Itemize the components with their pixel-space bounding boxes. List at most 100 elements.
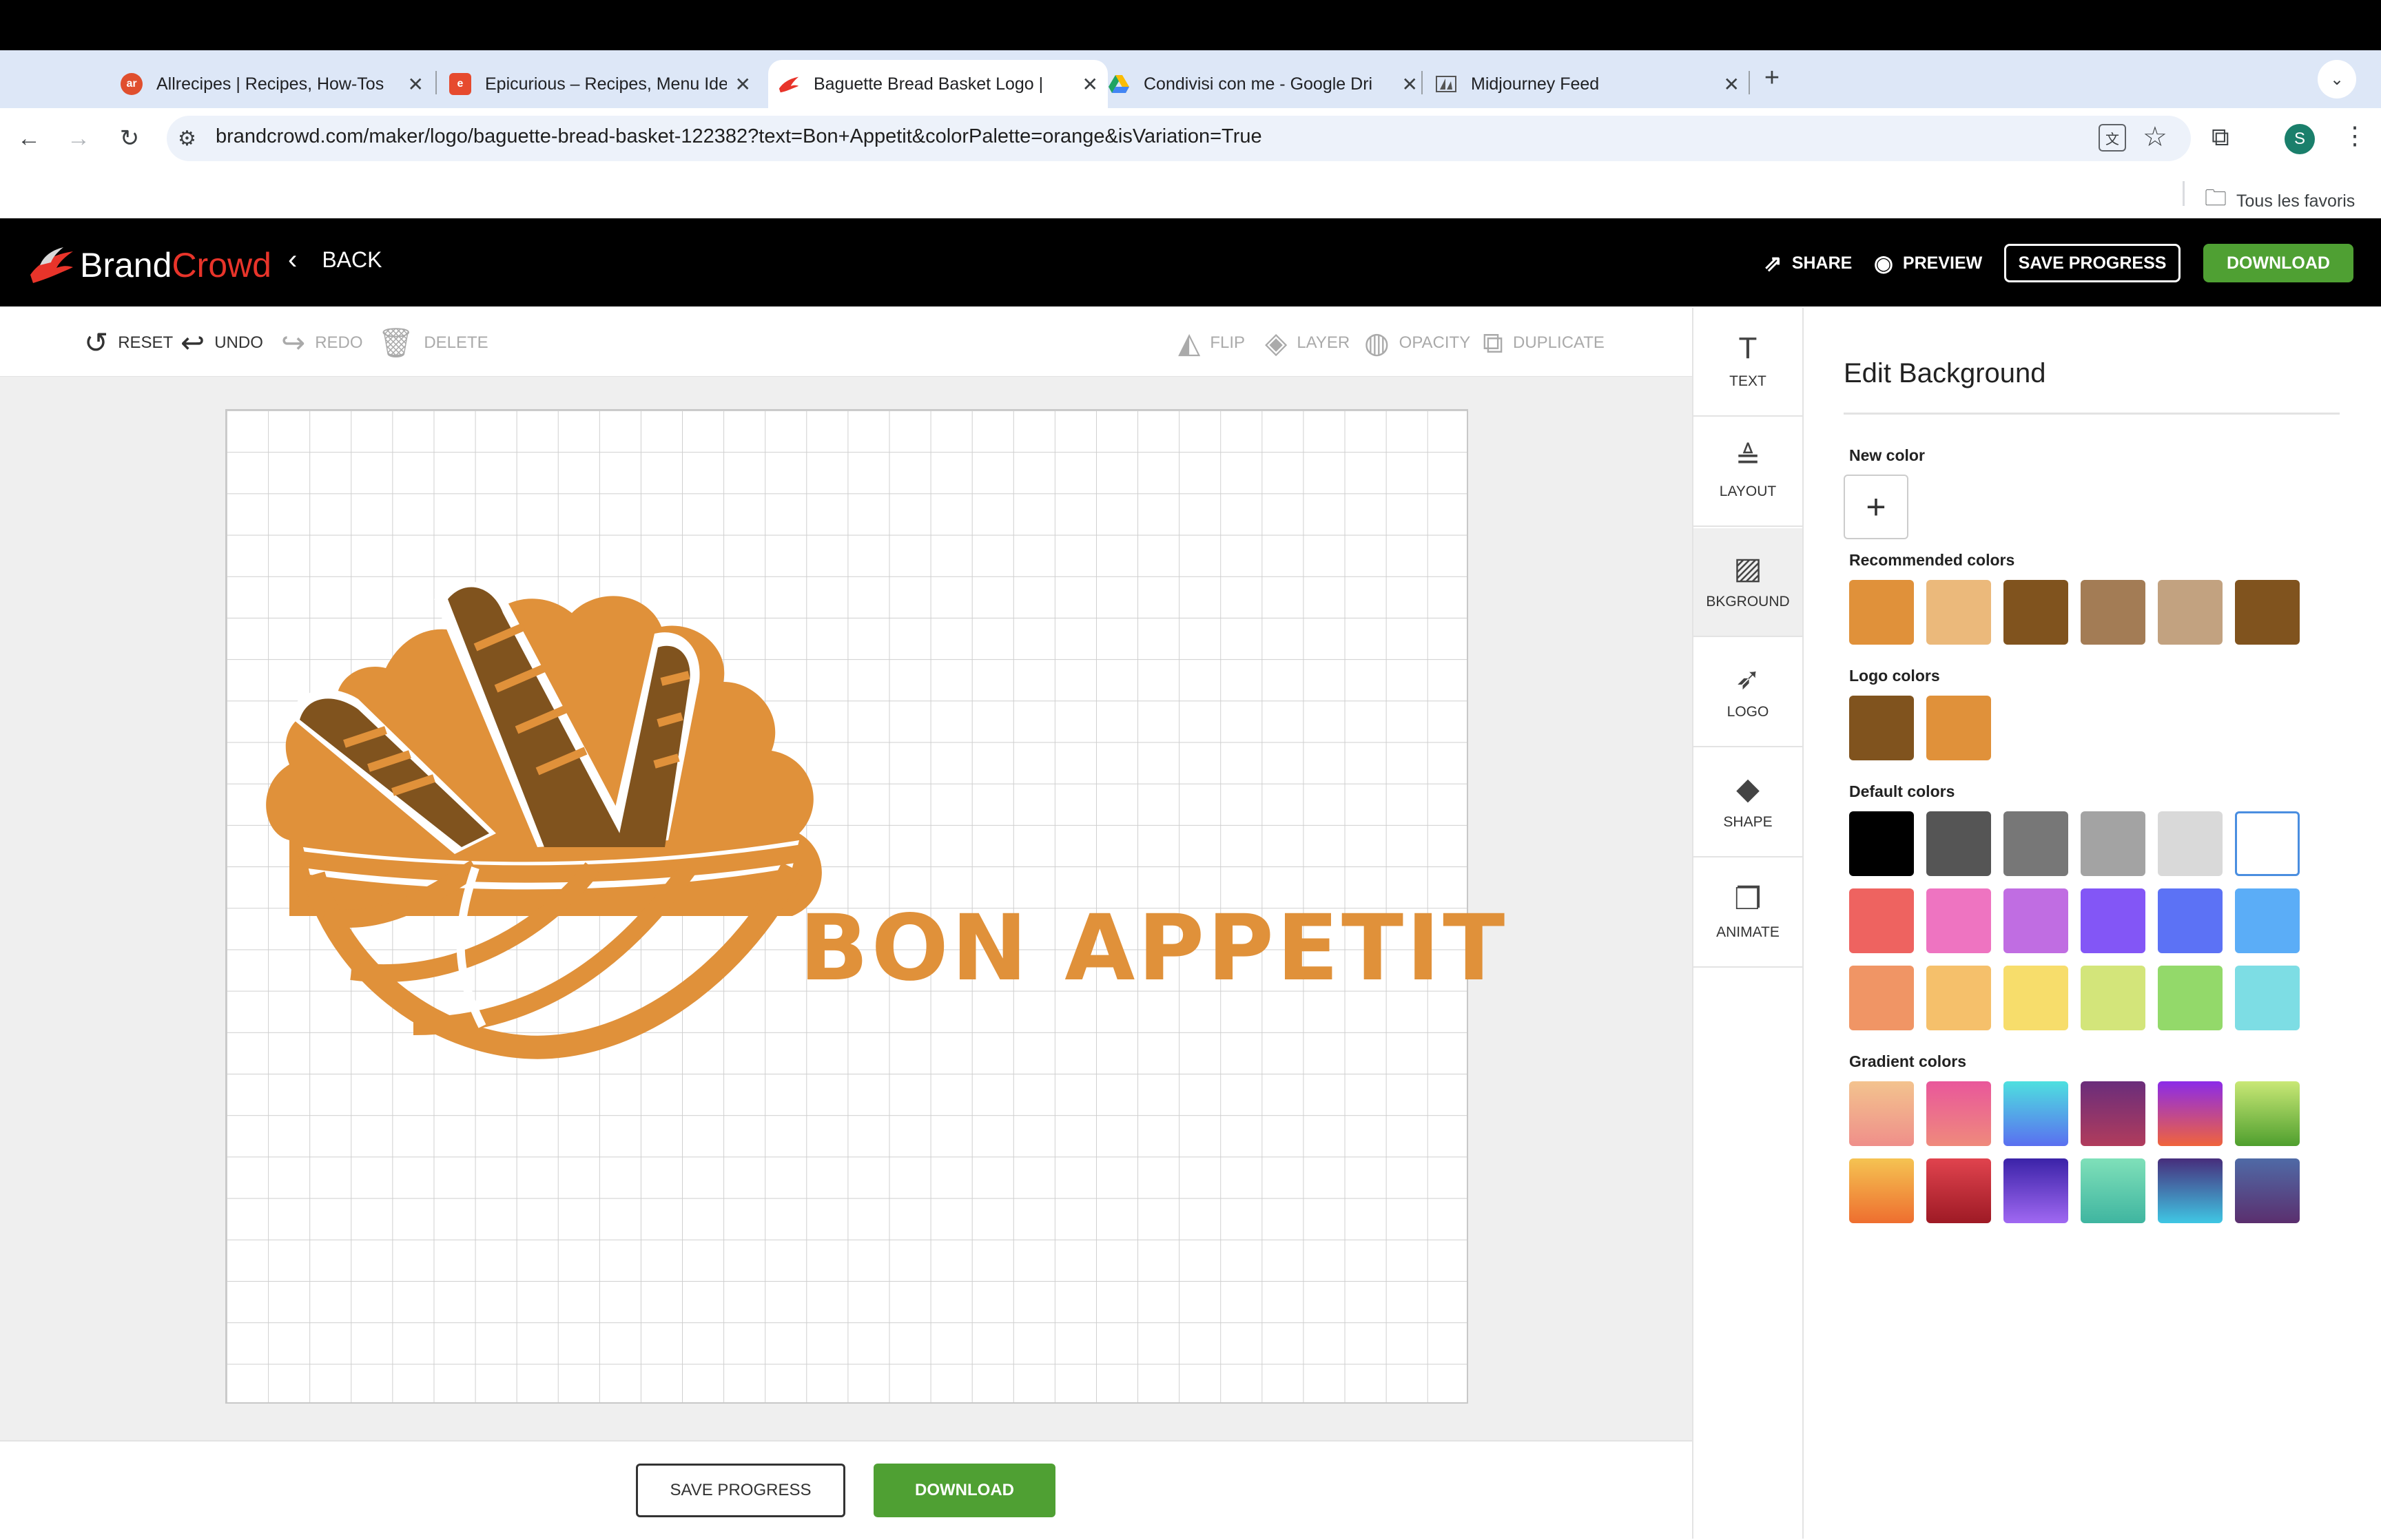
gradient-color-swatch[interactable]	[2081, 1081, 2145, 1146]
logo-color-swatch[interactable]	[1849, 696, 1914, 760]
undo-button[interactable]: ↩ UNDO	[181, 329, 263, 357]
recommended-color-swatch[interactable]	[1849, 580, 1914, 645]
gradient-color-swatch[interactable]	[2158, 1081, 2223, 1146]
translate-icon[interactable]: 文	[2099, 124, 2126, 152]
default-color-swatch[interactable]	[2081, 811, 2145, 876]
all-bookmarks-label: Tous les favoris	[2236, 191, 2356, 211]
gradient-color-swatch[interactable]	[1849, 1081, 1914, 1146]
redo-button[interactable]: ↪ REDO	[281, 329, 363, 357]
share-button[interactable]: ⇗ SHARE	[1764, 250, 1852, 276]
profile-avatar[interactable]: S	[2285, 124, 2315, 154]
reload-button[interactable]: ↻	[113, 122, 146, 155]
default-color-swatch[interactable]	[1926, 888, 1991, 953]
default-color-swatch[interactable]	[2158, 966, 2223, 1030]
all-bookmarks-folder[interactable]: 🗀 Tous les favoris	[2205, 183, 2355, 220]
new-tab-button[interactable]: +	[1757, 63, 1787, 93]
tool-logo[interactable]: ➶ LOGO	[1693, 638, 1802, 747]
forward-nav-button[interactable]: →	[62, 122, 95, 155]
tool-background[interactable]: ▨ BKGROUND	[1693, 528, 1802, 637]
back-button[interactable]: ‹ BACK	[288, 244, 382, 275]
gradient-color-swatch[interactable]	[2003, 1081, 2068, 1146]
app-header: Brand Crowd ‹ BACK ⇗ SHARE ◉ PREVIEW SAVE…	[0, 218, 2381, 306]
browser-tab-google-drive[interactable]: Condivisi con me - Google Dri ✕	[1108, 60, 1418, 108]
brand-name-part2: Crowd	[172, 246, 271, 284]
browser-tab-allrecipes[interactable]: ar Allrecipes | Recipes, How-Tos ✕	[121, 60, 424, 108]
default-color-swatch[interactable]	[1849, 888, 1914, 953]
gradient-color-swatch[interactable]	[2081, 1158, 2145, 1223]
tool-layout[interactable]: ≜ LAYOUT	[1693, 418, 1802, 527]
gradient-color-swatch[interactable]	[2235, 1081, 2300, 1146]
animate-icon: ❐	[1734, 882, 1762, 916]
default-color-swatch[interactable]	[2158, 811, 2223, 876]
tool-shape[interactable]: ◆ SHAPE	[1693, 749, 1802, 857]
default-color-swatch[interactable]	[2235, 966, 2300, 1030]
recommended-color-swatch[interactable]	[2003, 580, 2068, 645]
tab-separator	[435, 71, 437, 94]
delete-button[interactable]: 🗑 DELETE	[378, 329, 488, 357]
site-settings-icon[interactable]: ⚙	[178, 127, 196, 151]
gradient-color-swatch[interactable]	[1926, 1081, 1991, 1146]
gradient-color-swatch[interactable]	[1849, 1158, 1914, 1223]
browser-tab-midjourney[interactable]: Midjourney Feed ✕	[1435, 60, 1740, 108]
gradient-color-swatch[interactable]	[1926, 1158, 1991, 1223]
back-nav-button[interactable]: ←	[12, 122, 45, 155]
default-color-swatch[interactable]	[2003, 811, 2068, 876]
chevron-left-icon: ‹	[288, 244, 298, 275]
close-tab-icon[interactable]: ✕	[1082, 73, 1098, 96]
arrow-right-icon: →	[67, 125, 90, 152]
recommended-color-swatch[interactable]	[1926, 580, 1991, 645]
close-tab-icon[interactable]: ✕	[735, 73, 751, 96]
gradient-color-swatch[interactable]	[2235, 1158, 2300, 1223]
recommended-color-swatch[interactable]	[2235, 580, 2300, 645]
default-color-swatch[interactable]	[2003, 966, 2068, 1030]
bookmark-star-icon[interactable]: ☆	[2143, 121, 2167, 153]
tool-text[interactable]: T TEXT	[1693, 308, 1802, 417]
browser-tab-brandcrowd[interactable]: Baguette Bread Basket Logo | ✕	[768, 60, 1108, 108]
extensions-puzzle-icon[interactable]: ⧉	[2212, 123, 2229, 152]
default-color-swatch[interactable]	[1926, 966, 1991, 1030]
bread-basket-logo-icon[interactable]	[248, 544, 868, 1061]
default-color-swatch[interactable]	[2081, 888, 2145, 953]
browser-menu-icon[interactable]: ⋮	[2342, 121, 2367, 150]
close-tab-icon[interactable]: ✕	[1402, 73, 1418, 96]
logo-color-swatch[interactable]	[1926, 696, 1991, 760]
recommended-color-swatch[interactable]	[2081, 580, 2145, 645]
default-color-swatch[interactable]	[2235, 888, 2300, 953]
close-tab-icon[interactable]: ✕	[408, 73, 424, 96]
tool-label: BKGROUND	[1706, 594, 1790, 610]
duplicate-button[interactable]: ⧉ DUPLICATE	[1483, 329, 1605, 357]
default-color-swatch[interactable]	[1849, 811, 1914, 876]
layer-button[interactable]: ◈ LAYER	[1265, 329, 1350, 357]
layer-label: LAYER	[1297, 333, 1350, 352]
brandcrowd-logo[interactable]: Brand Crowd	[28, 244, 271, 286]
header-save-progress-button[interactable]: SAVE PROGRESS	[2004, 244, 2181, 282]
duplicate-icon: ⧉	[1483, 326, 1503, 359]
reset-button[interactable]: ↺ RESET	[84, 329, 173, 357]
tab-search-button[interactable]: ⌄	[2318, 60, 2356, 98]
arrow-left-icon: ←	[17, 125, 41, 152]
close-tab-icon[interactable]: ✕	[1724, 73, 1740, 96]
bottom-download-button[interactable]: DOWNLOAD	[874, 1464, 1055, 1517]
gradient-color-swatch[interactable]	[2158, 1158, 2223, 1223]
url-text[interactable]: brandcrowd.com/maker/logo/baguette-bread…	[216, 125, 1262, 148]
default-color-swatch[interactable]	[2003, 888, 2068, 953]
logo-text[interactable]: BON APPETIT	[799, 895, 1507, 1001]
default-color-swatch[interactable]	[2235, 811, 2300, 876]
preview-button[interactable]: ◉ PREVIEW	[1874, 250, 1982, 276]
bottom-save-progress-button[interactable]: SAVE PROGRESS	[636, 1464, 845, 1517]
browser-tab-epicurious[interactable]: e Epicurious – Recipes, Menu Ide ✕	[449, 60, 751, 108]
tab-separator	[1749, 71, 1750, 94]
flip-button[interactable]: ◭ FLIP	[1178, 329, 1245, 357]
add-color-button[interactable]: +	[1844, 475, 1908, 539]
window-top-strip	[0, 0, 2381, 50]
default-color-swatch[interactable]	[2081, 966, 2145, 1030]
default-color-swatch[interactable]	[1849, 966, 1914, 1030]
reload-icon: ↻	[119, 125, 140, 152]
default-color-swatch[interactable]	[1926, 811, 1991, 876]
tool-animate[interactable]: ❐ ANIMATE	[1693, 859, 1802, 968]
default-color-swatch[interactable]	[2158, 888, 2223, 953]
opacity-button[interactable]: ◍ OPACITY	[1364, 329, 1470, 357]
recommended-color-swatch[interactable]	[2158, 580, 2223, 645]
gradient-color-swatch[interactable]	[2003, 1158, 2068, 1223]
header-download-button[interactable]: DOWNLOAD	[2203, 244, 2353, 282]
